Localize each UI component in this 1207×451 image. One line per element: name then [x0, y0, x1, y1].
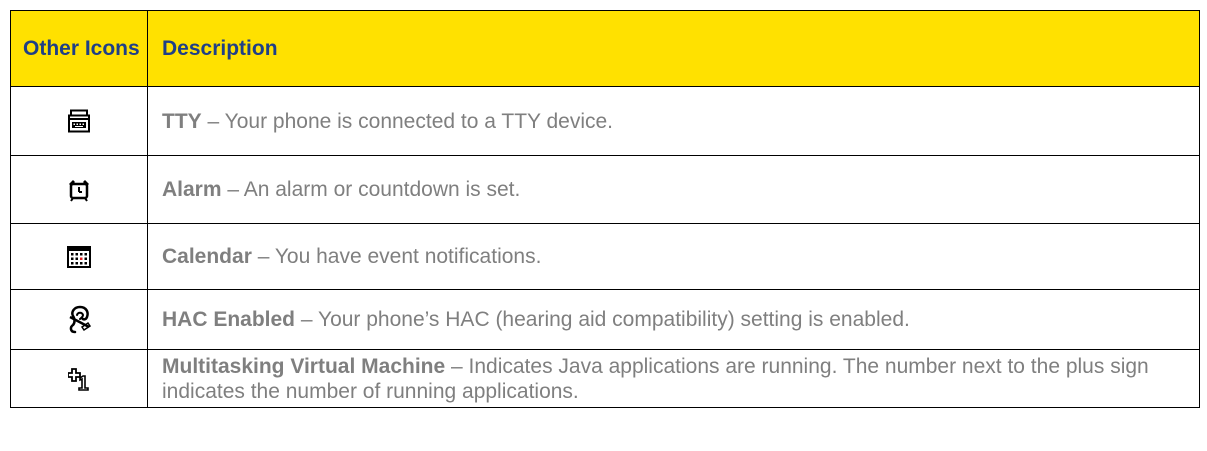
- description-cell: Multitasking Virtual Machine – Indicates…: [147, 349, 1200, 408]
- table-row: HAC Enabled – Your phone’s HAC (hearing …: [10, 289, 1200, 350]
- term-calendar: Calendar: [162, 245, 252, 268]
- icon-cell: [10, 349, 148, 408]
- multitasking-vm-icon: [68, 367, 90, 391]
- header-other-icons: Other Icons: [10, 10, 148, 87]
- table-row: TTY – Your phone is connected to a TTY d…: [10, 86, 1200, 156]
- icon-cell: [10, 155, 148, 224]
- alarm-clock-icon: [67, 179, 91, 202]
- icon-cell: [10, 86, 148, 156]
- hearing-aid-icon: [66, 305, 92, 333]
- term-hac-enabled: HAC Enabled: [162, 308, 296, 331]
- icons-table: Other Icons Description TTY – Your phone…: [10, 10, 1200, 408]
- icon-cell: [10, 289, 148, 350]
- description-text: – You have event notifications.: [251, 245, 542, 268]
- description-cell: HAC Enabled – Your phone’s HAC (hearing …: [147, 289, 1200, 350]
- calendar-icon: [67, 245, 91, 268]
- description-cell: Alarm – An alarm or countdown is set.: [147, 155, 1200, 224]
- description-cell: Calendar – You have event notifications.: [147, 223, 1200, 290]
- table-row: Calendar – You have event notifications.: [10, 223, 1200, 290]
- icon-cell: [10, 223, 148, 290]
- tty-icon: [67, 109, 91, 133]
- description-text: – Your phone is connected to a TTY devic…: [201, 109, 614, 133]
- term-alarm: Alarm: [162, 178, 222, 201]
- header-description: Description: [147, 10, 1200, 87]
- description-text: – An alarm or countdown is set.: [221, 178, 521, 201]
- table-row: Alarm – An alarm or countdown is set.: [10, 155, 1200, 224]
- table-header-row: Other Icons Description: [10, 10, 1200, 87]
- table-row: Multitasking Virtual Machine – Indicates…: [10, 349, 1200, 408]
- description-cell: TTY – Your phone is connected to a TTY d…: [147, 86, 1200, 156]
- term-tty: TTY: [162, 109, 202, 133]
- description-text: – Your phone’s HAC (hearing aid compatib…: [295, 308, 910, 331]
- term-multitasking-vm: Multitasking Virtual Machine: [162, 354, 446, 378]
